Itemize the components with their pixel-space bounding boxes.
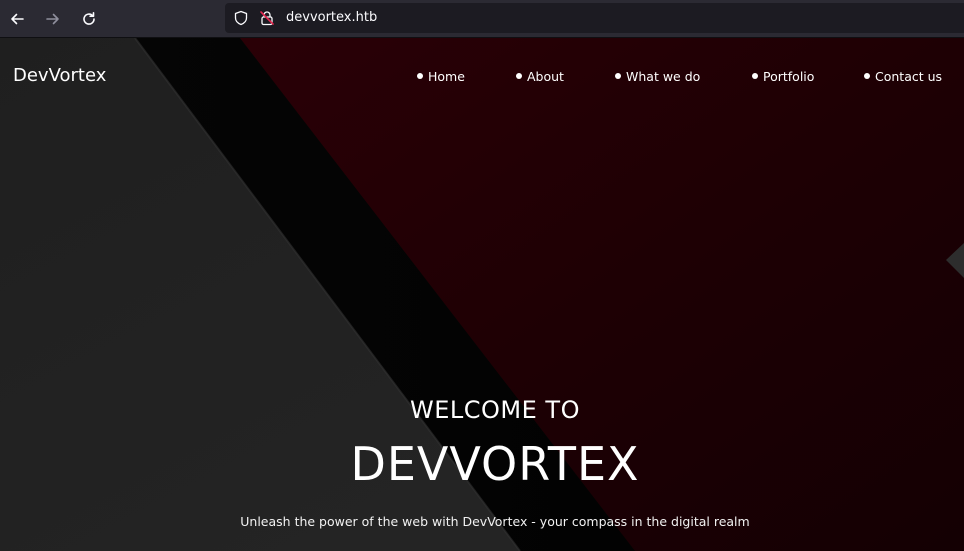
nav-what-we-do-label[interactable]: What we do [626,69,700,84]
back-button[interactable] [5,7,29,31]
site-logo[interactable]: DevVortex [13,64,106,88]
page-viewport: DevVortex Home About What we do Portfoli… [0,38,964,551]
nav-portfolio-label[interactable]: Portfolio [763,69,814,84]
bullet-icon [516,73,522,79]
reload-button[interactable] [77,7,101,31]
bullet-icon [752,73,758,79]
hero-title: DEVVORTEX [350,437,640,491]
nav-home[interactable]: Home [417,67,465,85]
nav-about-label[interactable]: About [527,69,564,84]
hero-welcome: WELCOME TO [410,396,580,424]
arrow-right-icon [46,13,59,25]
arrow-left-icon [11,13,24,25]
nav-contact-us[interactable]: Contact us [864,67,942,85]
nav-what-we-do[interactable]: What we do [615,67,700,85]
bullet-icon [417,73,423,79]
nav-contact-us-label[interactable]: Contact us [875,69,942,84]
hero-tagline: Unleash the power of the web with DevVor… [240,514,750,529]
reload-icon [83,12,95,25]
bullet-icon [615,73,621,79]
nav-home-label[interactable]: Home [428,69,465,84]
browser-toolbar: devvortex.htb [0,0,964,38]
url-text[interactable]: devvortex.htb [286,10,377,26]
address-bar[interactable]: devvortex.htb [225,3,964,33]
nav-portfolio[interactable]: Portfolio [752,67,814,85]
shield-icon[interactable] [233,10,249,26]
bullet-icon [864,73,870,79]
nav-about[interactable]: About [516,67,564,85]
forward-button[interactable] [41,7,65,31]
insecure-lock-icon[interactable] [259,10,275,26]
